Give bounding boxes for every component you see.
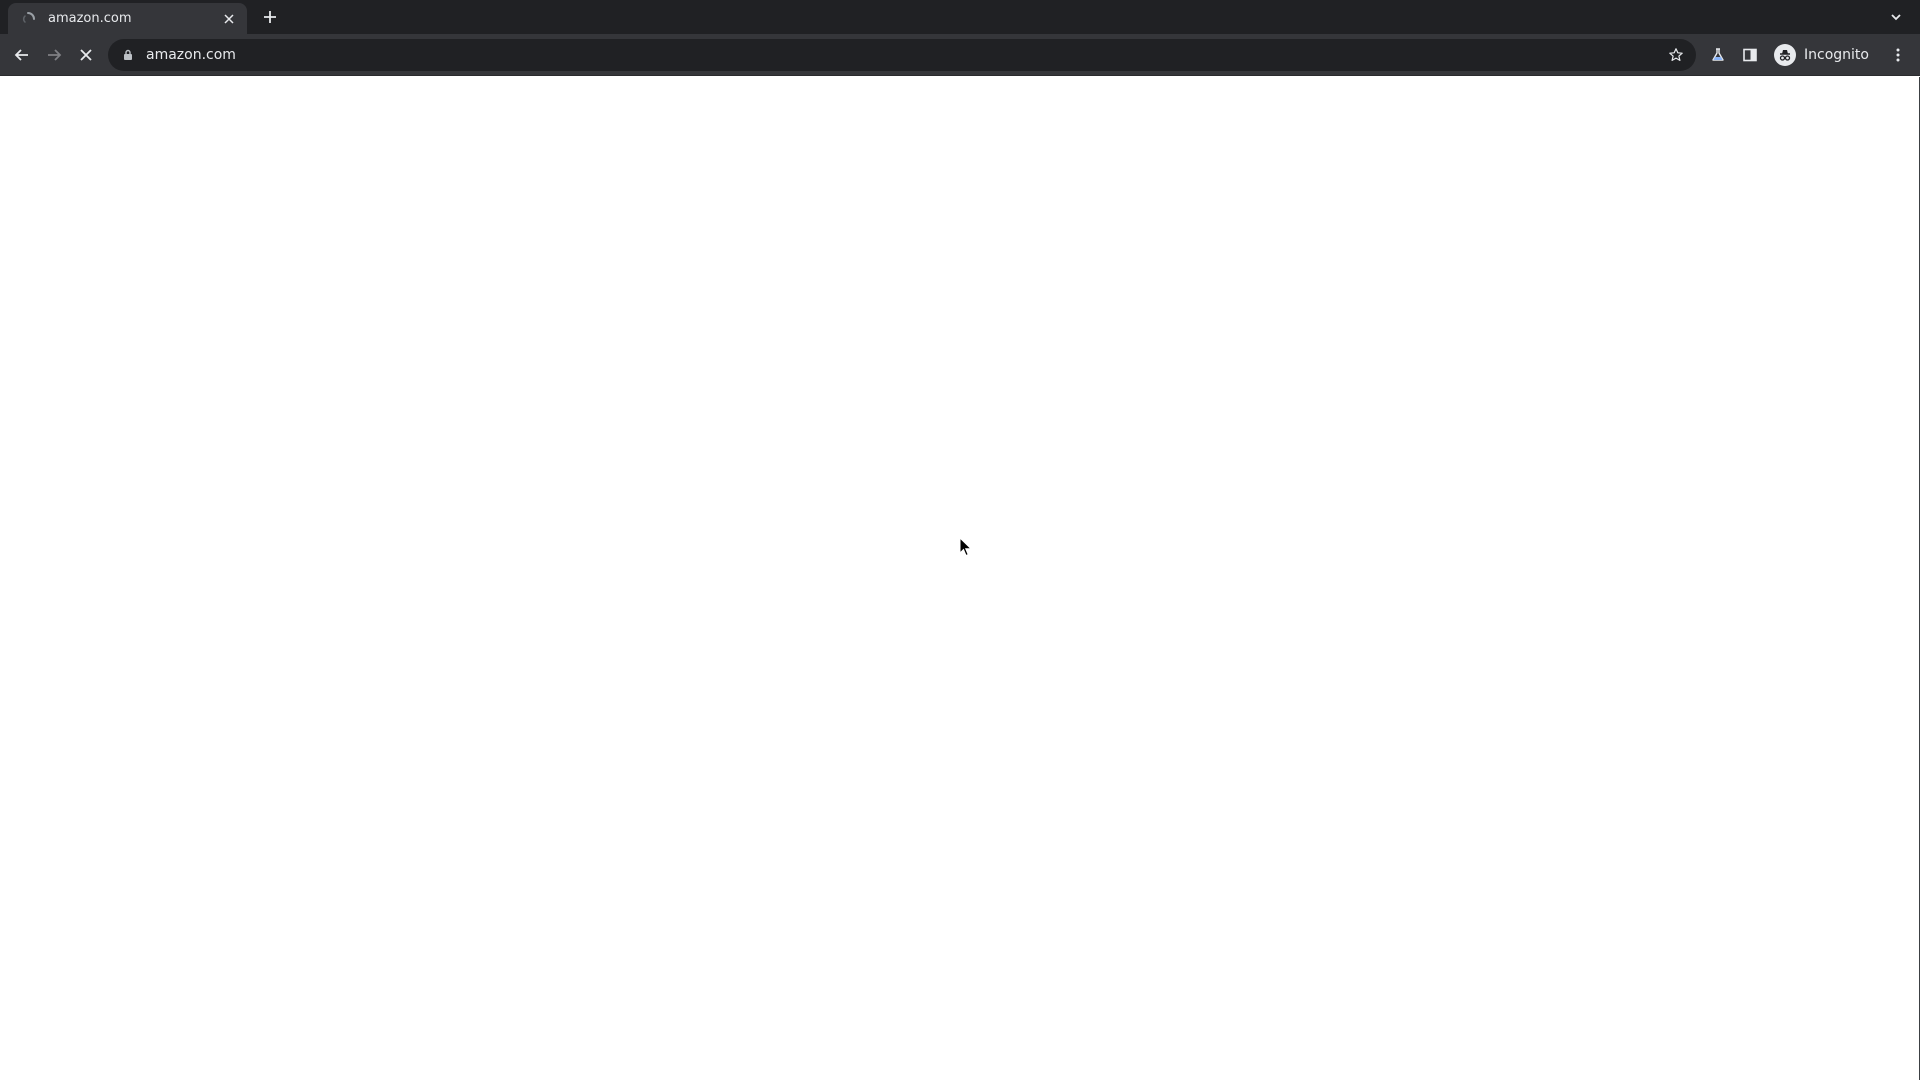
url-text[interactable]: amazon.com — [146, 47, 1664, 63]
page-content[interactable] — [0, 77, 1920, 1080]
more-vertical-icon[interactable] — [1884, 41, 1912, 69]
lock-icon[interactable] — [120, 47, 136, 63]
chevron-down-icon[interactable] — [1884, 5, 1908, 29]
arrow-right-icon[interactable] — [40, 41, 68, 69]
address-bar[interactable]: amazon.com — [108, 39, 1696, 71]
close-icon[interactable] — [219, 9, 239, 29]
close-icon — [80, 49, 92, 61]
side-panel-icon[interactable] — [1736, 41, 1764, 69]
star-icon[interactable] — [1664, 43, 1688, 67]
loading-favicon-icon — [20, 11, 36, 27]
mouse-cursor-icon — [959, 536, 973, 557]
profile-label: Incognito — [1804, 47, 1869, 63]
tab-strip: amazon.com — [0, 0, 1920, 34]
stop-loading-button[interactable] — [72, 41, 100, 69]
tab-title: amazon.com — [48, 11, 132, 26]
flask-icon[interactable] — [1704, 41, 1732, 69]
browser-toolbar: amazon.com Incognito — [0, 34, 1920, 76]
incognito-icon — [1774, 44, 1796, 66]
arrow-left-icon[interactable] — [8, 41, 36, 69]
plus-icon[interactable] — [258, 5, 282, 29]
tab-amazon[interactable]: amazon.com — [8, 3, 247, 34]
profile-button[interactable]: Incognito — [1770, 39, 1881, 71]
